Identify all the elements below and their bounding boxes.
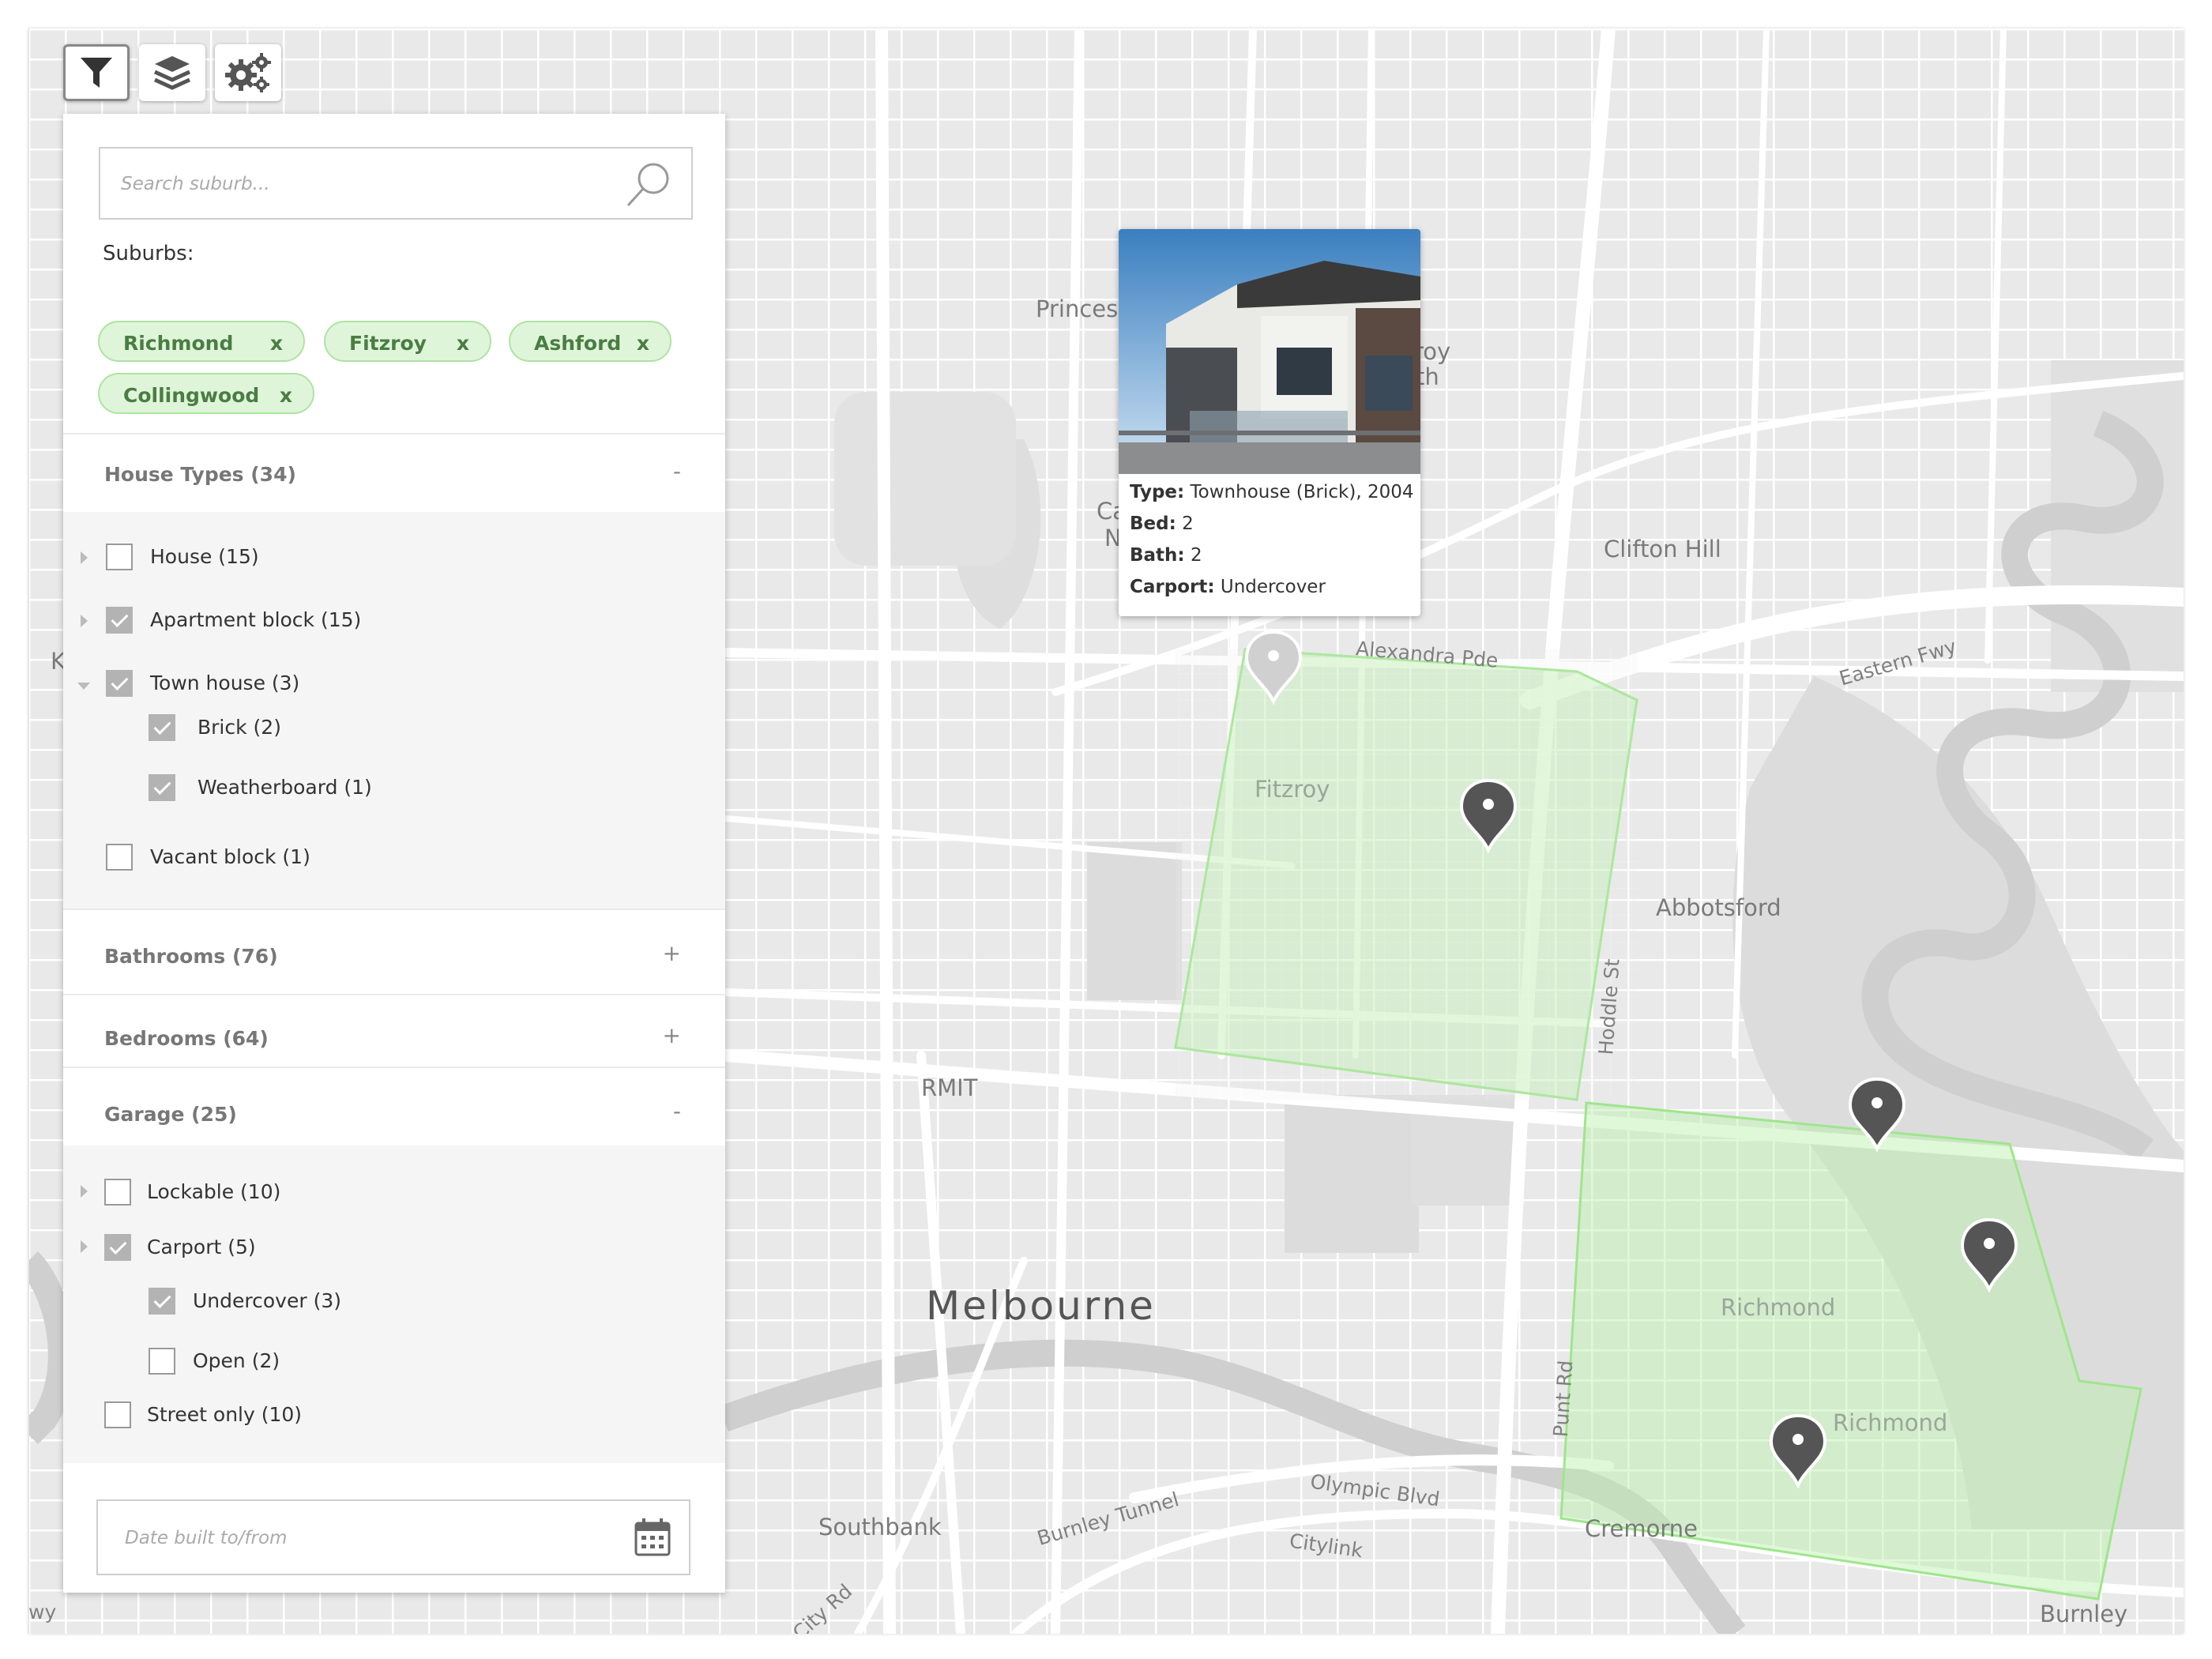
map-pin[interactable]: [1959, 1217, 2019, 1292]
checkbox-weatherboard[interactable]: [149, 774, 175, 801]
filter-icon: [81, 58, 112, 88]
section-garage-header[interactable]: Garage (25) -: [63, 1066, 725, 1147]
expand-caret-icon[interactable]: [81, 551, 88, 564]
option-label: Weatherboard (1): [198, 776, 372, 799]
option-label: Apartment block (15): [150, 608, 362, 631]
popup-type-label: Type:: [1130, 482, 1185, 502]
date-built-field: [96, 1499, 690, 1575]
checkbox-brick[interactable]: [149, 714, 175, 741]
gears-icon: [225, 53, 271, 92]
map-label-fragment-wy: wy: [28, 1601, 57, 1623]
remove-chip-button[interactable]: x: [270, 332, 283, 355]
section-title: Garage (25): [104, 1103, 237, 1126]
popup-bed-value: 2: [1182, 514, 1194, 534]
suburb-chip-richmond: Richmond x: [98, 321, 305, 362]
expand-caret-icon[interactable]: [81, 615, 88, 627]
collapse-caret-icon[interactable]: [77, 683, 90, 690]
option-label: Open (2): [193, 1349, 280, 1372]
expand-toggle[interactable]: +: [663, 940, 681, 966]
map-pin[interactable]: [1847, 1076, 1907, 1152]
section-title: Bathrooms (76): [104, 945, 278, 968]
suburb-chip-collingwood: Collingwood x: [98, 373, 314, 414]
popup-bed-row: Bed: 2: [1130, 514, 1194, 534]
suburb-search: [99, 147, 693, 220]
option-label: Town house (3): [150, 672, 300, 694]
popup-carport-row: Carport: Undercover: [1130, 577, 1326, 597]
checkbox-undercover[interactable]: [149, 1288, 175, 1315]
popup-bed-label: Bed:: [1130, 514, 1176, 534]
search-input[interactable]: [100, 149, 628, 220]
option-label: Lockable (10): [147, 1180, 281, 1203]
suburbs-label: Suburbs:: [103, 242, 194, 265]
expand-toggle[interactable]: +: [663, 1022, 681, 1048]
suburb-chip-label: Ashford: [534, 332, 622, 355]
popup-type-row: Type: Townhouse (Brick), 2004: [1130, 482, 1414, 502]
popup-carport-label: Carport:: [1130, 577, 1215, 597]
map-label-southbank: Southbank: [818, 1514, 942, 1540]
map-label-princes: Princes: [1036, 295, 1119, 322]
filter-button[interactable]: [63, 44, 130, 101]
suburb-chip-ashford: Ashford x: [509, 321, 672, 362]
section-title: Bedrooms (64): [104, 1027, 269, 1050]
remove-chip-button[interactable]: x: [280, 384, 292, 407]
search-icon[interactable]: [625, 160, 674, 209]
popup-type-value: Townhouse (Brick), 2004: [1190, 482, 1414, 502]
checkbox-street-only[interactable]: [104, 1401, 131, 1428]
popup-bath-row: Bath: 2: [1130, 545, 1202, 566]
checkbox-vacant-block[interactable]: [106, 844, 133, 871]
layers-button[interactable]: [139, 44, 205, 101]
popup-carport-value: Undercover: [1220, 577, 1326, 597]
option-label: Street only (10): [147, 1403, 303, 1426]
zone-label-fitzroy: Fitzroy: [1255, 776, 1330, 803]
checkbox-lockable[interactable]: [104, 1179, 131, 1206]
option-label: Undercover (3): [193, 1289, 341, 1312]
layers-icon: [153, 56, 191, 90]
popup-bath-label: Bath:: [1130, 545, 1185, 566]
checkbox-carport[interactable]: [104, 1234, 131, 1261]
settings-button[interactable]: [215, 44, 281, 101]
map-pin-selected[interactable]: [1243, 629, 1304, 705]
section-bedrooms-header[interactable]: Bedrooms (64) +: [63, 994, 725, 1074]
map-label-melbourne: Melbourne: [926, 1283, 1156, 1329]
calendar-icon[interactable]: [634, 1517, 672, 1558]
date-built-input[interactable]: [98, 1501, 632, 1575]
checkbox-open[interactable]: [149, 1348, 175, 1375]
map-pin[interactable]: [1458, 777, 1518, 853]
collapse-toggle[interactable]: -: [673, 458, 681, 484]
section-bathrooms-header[interactable]: Bathrooms (76) +: [63, 908, 725, 989]
map-label-cremorne: Cremorne: [1585, 1515, 1698, 1542]
map-label-burnley: Burnley: [2040, 1601, 2128, 1627]
expand-caret-icon[interactable]: [81, 1240, 88, 1253]
suburb-chip-label: Fitzroy: [349, 332, 427, 355]
map-label-abbotsford: Abbotsford: [1656, 894, 1781, 921]
section-house-types-header[interactable]: House Types (34) -: [63, 433, 725, 514]
suburb-chip-fitzroy: Fitzroy x: [324, 321, 491, 362]
property-photo: [1119, 229, 1420, 474]
checkbox-town-house[interactable]: [106, 670, 133, 697]
map-pin[interactable]: [1768, 1413, 1828, 1488]
filter-panel: Suburbs: Richmond x Fitzroy x Ashford x …: [63, 114, 725, 1593]
option-label: Brick (2): [198, 716, 281, 739]
expand-caret-icon[interactable]: [81, 1185, 88, 1198]
property-popup[interactable]: Type: Townhouse (Brick), 2004 Bed: 2 Bat…: [1119, 229, 1420, 616]
section-title: House Types (34): [104, 463, 296, 486]
zone-label-richmond: Richmond: [1721, 1294, 1836, 1321]
checkbox-house[interactable]: [106, 544, 133, 570]
map-label-clifton-hill: Clifton Hill: [1604, 536, 1721, 562]
map-label-rmit: RMIT: [921, 1074, 978, 1101]
option-label: Carport (5): [147, 1236, 256, 1258]
remove-chip-button[interactable]: x: [457, 332, 469, 355]
map-frame[interactable]: Princes roy th Ca N K wy Clifton Hill Ab…: [28, 28, 2184, 1634]
section-garage-body: Lockable (10) Carport (5) Undercover (3)…: [63, 1146, 725, 1463]
option-label: Vacant block (1): [150, 845, 310, 868]
option-label: House (15): [150, 545, 259, 568]
remove-chip-button[interactable]: x: [637, 332, 649, 355]
suburb-chip-label: Richmond: [123, 332, 234, 355]
zone-label-richmond-2: Richmond: [1833, 1409, 1948, 1436]
popup-bath-value: 2: [1190, 545, 1202, 566]
collapse-toggle[interactable]: -: [673, 1098, 681, 1124]
suburb-chip-label: Collingwood: [123, 384, 260, 407]
checkbox-apartment-block[interactable]: [106, 607, 133, 634]
section-house-types-body: House (15) Apartment block (15) Town hou…: [63, 512, 725, 908]
